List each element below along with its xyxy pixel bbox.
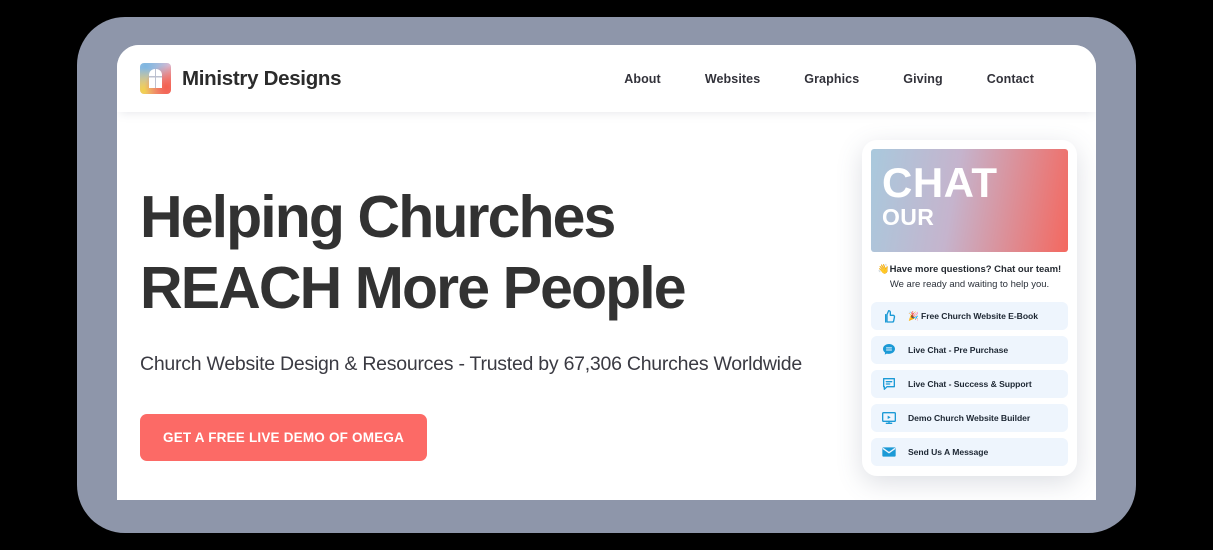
chat-options-list: 🎉 Free Church Website E-Book Live Chat -… (871, 302, 1068, 467)
chat-option-send-us-a-message[interactable]: Send Us A Message (871, 438, 1068, 467)
page-title: Helping Churches REACH More People (140, 182, 840, 325)
chat-option-label: Live Chat - Pre Purchase (908, 345, 1009, 356)
nav-item-giving[interactable]: Giving (903, 72, 943, 86)
chat-option-demo-website-builder[interactable]: Demo Church Website Builder (871, 404, 1068, 433)
chat-option-live-chat-pre-purchase[interactable]: Live Chat - Pre Purchase (871, 336, 1068, 365)
chat-banner: CHAT OUR (871, 149, 1068, 252)
nav-item-contact[interactable]: Contact (987, 72, 1034, 86)
chat-option-label: Demo Church Website Builder (908, 413, 1031, 424)
chat-bubble-lines-icon (880, 376, 897, 393)
chat-option-label: 🎉 Free Church Website E-Book (908, 310, 1038, 321)
chat-widget: CHAT OUR 👋Have more questions? Chat our … (862, 140, 1077, 477)
chat-banner-headline: CHAT (882, 159, 998, 206)
thumbs-up-icon (880, 308, 897, 325)
nav-item-websites[interactable]: Websites (705, 72, 760, 86)
chat-greeting-text: Have more questions? Chat our team! (889, 264, 1062, 275)
waving-hand-icon: 👋 (877, 264, 890, 275)
main-navigation: About Websites Graphics Giving Contact (624, 72, 1034, 86)
chat-option-live-chat-success-support[interactable]: Live Chat - Success & Support (871, 370, 1068, 399)
site-header: Ministry Designs About Websites Graphics… (117, 45, 1096, 112)
browser-page: Ministry Designs About Websites Graphics… (117, 45, 1096, 500)
monitor-play-icon (880, 410, 897, 427)
party-popper-icon: 🎉 (908, 310, 919, 321)
nav-item-about[interactable]: About (624, 72, 661, 86)
nav-item-graphics[interactable]: Graphics (804, 72, 859, 86)
hero-title-line-2: REACH More People (140, 255, 687, 322)
hero-title-line-1: Helping Churches (140, 184, 616, 250)
brand-name: Ministry Designs (182, 66, 342, 90)
chat-bubble-filled-icon (880, 342, 897, 359)
chat-option-label: Send Us A Message (908, 447, 989, 458)
chat-option-label: Live Chat - Success & Support (908, 379, 1032, 390)
chat-greeting: 👋Have more questions? Chat our team! (871, 263, 1068, 278)
brand-logo[interactable]: Ministry Designs (140, 63, 342, 94)
get-free-demo-button[interactable]: GET A FREE LIVE DEMO OF OMEGA (140, 413, 428, 461)
church-window-logo-icon (140, 63, 171, 94)
chat-option-free-ebook[interactable]: 🎉 Free Church Website E-Book (871, 302, 1068, 331)
envelope-icon (880, 444, 897, 461)
chat-banner-subhead: OUR (882, 203, 935, 230)
chat-greeting-subtext: We are ready and waiting to help you. (889, 278, 1050, 290)
